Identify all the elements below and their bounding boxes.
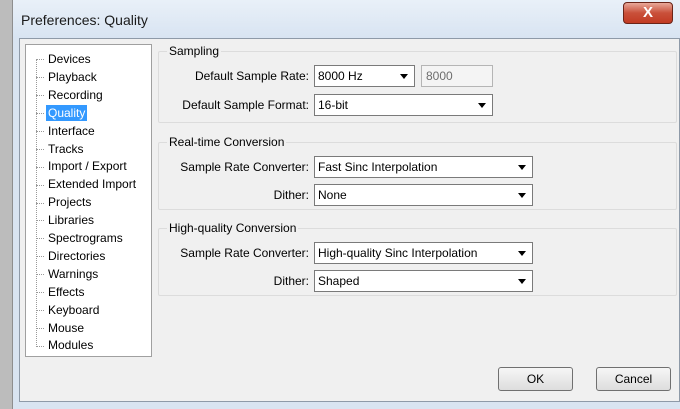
title-bar[interactable]: Preferences: Quality X [13,0,680,38]
realtime-dither-label: Dither: [273,188,309,202]
default-sample-rate-select[interactable]: 8000 Hz [314,65,415,87]
tree-item[interactable]: Recording [36,87,105,103]
realtime-dither-select[interactable]: None [314,184,533,206]
chevron-down-icon [518,165,526,170]
tree-item-label: Import / Export [48,159,127,174]
cancel-button[interactable]: Cancel [596,367,671,391]
tree-connector [36,59,44,61]
highquality-dither-value: Shaped [318,274,360,288]
tree-item-label: Effects [48,284,85,299]
tree-item[interactable]: Interface [36,123,97,139]
default-sample-format-label: Default Sample Format: [182,98,309,112]
tree-item-label: Projects [48,195,92,210]
tree-item[interactable]: Keyboard [36,302,101,318]
close-icon: X [642,4,653,21]
chevron-down-icon [518,251,526,256]
tree-item-label: Keyboard [48,302,100,317]
tree-item[interactable]: Tracks [36,141,86,157]
tree-item[interactable]: Directories [36,248,107,264]
default-sample-rate-value: 8000 Hz [318,69,363,83]
tree-item[interactable]: Import / Export [36,158,129,174]
highquality-converter-value: High-quality Sinc Interpolation [318,246,478,260]
tree-item[interactable]: Modules [36,337,95,353]
chevron-down-icon [518,193,526,198]
tree-item-label: Quality [46,104,88,121]
tree-item-label: Modules [48,338,94,353]
tree-item-label: Directories [48,248,106,263]
tree-item-label: Playback [48,69,97,84]
tree-connector [36,113,44,115]
tree-connector [36,202,44,204]
tree-connector [36,292,44,294]
category-tree[interactable]: Devices Playback Recording Quality Interface… [25,44,152,357]
realtime-converter-value: Fast Sinc Interpolation [318,160,438,174]
highquality-conversion-group: High-quality Conversion Sample Rate Conv… [158,221,677,296]
tree-item-label: Libraries [48,213,95,228]
tree-item-label: Tracks [48,141,84,156]
dialog-client-area: Devices Playback Recording Quality Interface… [19,38,680,402]
window-title: Preferences: Quality [21,12,148,28]
close-button[interactable]: X [623,2,673,24]
tree-item-label: Extended Import [48,177,137,192]
tree-item[interactable]: Spectrograms [36,230,125,246]
highquality-conversion-title: High-quality Conversion [167,221,299,235]
preferences-window: Preferences: Quality X Devices Playback Re… [13,0,680,409]
tree-connector [36,238,44,240]
tree-item-label: Recording [48,87,103,102]
highquality-converter-label: Sample Rate Converter: [180,246,309,260]
tree-connector [36,327,44,329]
tree-connector [36,256,44,258]
ok-button[interactable]: OK [498,367,573,391]
tree-connector [36,148,44,150]
tree-item[interactable]: Warnings [36,266,100,282]
highquality-dither-label: Dither: [273,274,309,288]
window-frame-left [0,0,13,409]
realtime-converter-select[interactable]: Fast Sinc Interpolation [314,156,533,178]
default-sample-rate-label: Default Sample Rate: [194,69,309,83]
sampling-group-title: Sampling [167,44,222,58]
sampling-group: Sampling Default Sample Rate: 8000 Hz 80… [158,44,677,123]
tree-item-label: Mouse [48,320,85,335]
tree-connector [36,274,44,276]
highquality-dither-select[interactable]: Shaped [314,270,533,292]
tree-item-label: Warnings [48,266,99,281]
chevron-down-icon [400,74,408,79]
chevron-down-icon [478,103,486,108]
tree-item[interactable]: Quality [36,104,88,121]
realtime-converter-label: Sample Rate Converter: [180,160,309,174]
default-sample-format-select[interactable]: 16-bit [314,94,493,116]
tree-connector [36,345,44,347]
realtime-dither-value: None [318,188,347,202]
custom-sample-rate-value: 8000 [426,69,453,83]
tree-item[interactable]: Effects [36,284,86,300]
tree-item[interactable]: Playback [36,69,99,85]
highquality-converter-select[interactable]: High-quality Sinc Interpolation [314,242,533,264]
tree-item-label: Devices [48,52,91,66]
tree-item-label: Spectrograms [48,231,123,245]
tree-item-label: Interface [48,123,95,138]
tree-connector [36,95,44,97]
default-sample-format-value: 16-bit [318,98,349,112]
custom-sample-rate-input[interactable]: 8000 [421,65,493,87]
realtime-conversion-group: Real-time Conversion Sample Rate Convert… [158,135,677,210]
tree-item[interactable]: Projects [36,194,93,210]
tree-item[interactable]: Libraries [36,212,96,228]
tree-item[interactable]: Devices [36,51,93,67]
realtime-conversion-title: Real-time Conversion [167,135,287,149]
tree-connector [36,184,44,186]
tree-connector [36,220,44,222]
tree-connector [36,77,44,79]
tree-connector [36,166,44,168]
tree-item[interactable]: Mouse [36,320,86,336]
tree-connector [36,309,44,311]
tree-item[interactable]: Extended Import [36,176,138,192]
tree-connector [36,130,44,132]
chevron-down-icon [518,279,526,284]
